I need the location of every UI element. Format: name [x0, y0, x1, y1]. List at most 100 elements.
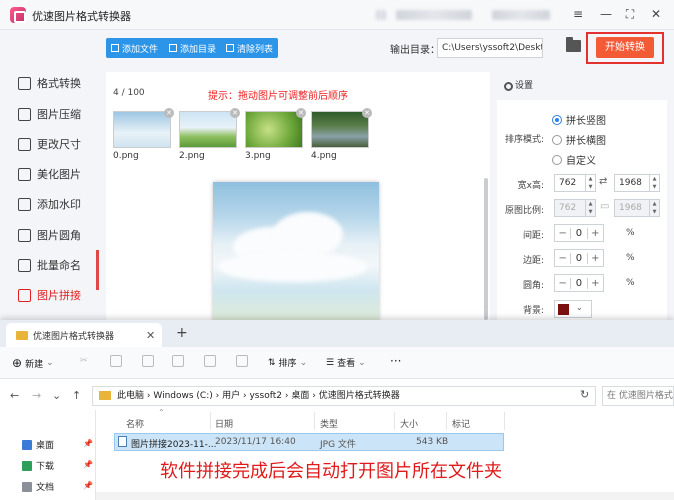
rename-icon[interactable]: [172, 355, 188, 367]
address-separator: ›: [243, 391, 247, 401]
column-type[interactable]: 类型: [320, 417, 338, 430]
sidebar-item-beautify[interactable]: 美化图片: [18, 164, 81, 184]
color-swatch: [558, 304, 569, 315]
address-part[interactable]: 桌面: [291, 391, 309, 401]
chevron-down-icon: ⌄: [299, 357, 308, 368]
nav-item-documents[interactable]: 文档: [22, 480, 54, 493]
spin-icon[interactable]: ▲ ▼: [585, 175, 595, 191]
forward-icon[interactable]: →: [32, 389, 41, 402]
sort-button[interactable]: ⇅ 排序 ⌄: [268, 356, 308, 370]
app-title: 优速图片格式转换器: [32, 10, 131, 23]
column-size[interactable]: 大小: [400, 417, 418, 430]
spacing-label: 间距:: [522, 231, 544, 241]
format-convert-icon: [18, 76, 31, 90]
address-part[interactable]: Windows (C:): [153, 391, 212, 401]
recent-icon[interactable]: ⌄: [52, 389, 61, 402]
new-button[interactable]: ⊕ 新建 ⌄: [12, 356, 54, 370]
thumbnail-3[interactable]: ✕: [245, 108, 306, 148]
radio-dot: [552, 154, 562, 165]
close-icon[interactable]: ✕: [648, 6, 664, 22]
minus-icon[interactable]: −: [555, 228, 570, 239]
spacing-stepper[interactable]: −0 +: [554, 224, 604, 242]
height-input[interactable]: 1968 ▲ ▼: [614, 174, 660, 192]
radio-dot: [552, 134, 562, 145]
up-icon[interactable]: ↑: [72, 389, 81, 402]
search-input[interactable]: 在 优速图片格式转换: [602, 386, 674, 406]
address-bar[interactable]: 此电脑 › Windows (C:) › 用户 › yssoft2 › 桌面 ›…: [92, 386, 596, 406]
output-path-input[interactable]: C:\Users\yssoft2\Deskt: [437, 38, 543, 58]
nav-item-downloads[interactable]: 下载: [22, 459, 54, 472]
more-button[interactable]: ···: [390, 354, 401, 368]
clear-list-button[interactable]: 清除列表: [226, 42, 273, 55]
address-part[interactable]: 优速图片格式转换器: [319, 391, 400, 401]
plus-icon[interactable]: +: [588, 228, 603, 239]
column-divider: [210, 412, 211, 430]
thumbnail-2[interactable]: ✕: [179, 108, 240, 148]
tab-close-icon[interactable]: ✕: [146, 329, 155, 342]
address-part[interactable]: 此电脑: [117, 391, 144, 401]
background-color-picker[interactable]: ⌄: [554, 300, 592, 318]
radius-unit: %: [626, 278, 635, 288]
ratio-width-input: 762 ▲ ▼: [554, 199, 596, 217]
radio-horizontal[interactable]: 拼长横图: [552, 132, 606, 147]
radio-custom[interactable]: 自定义: [552, 152, 596, 167]
plus-icon[interactable]: +: [588, 278, 603, 289]
cut-icon[interactable]: ✂: [80, 356, 88, 366]
horizontal-scrollbar[interactable]: [96, 492, 674, 500]
sidebar-item-watermark[interactable]: 添加水印: [18, 194, 81, 214]
watermark-icon: [18, 197, 31, 211]
share-icon[interactable]: [204, 355, 220, 367]
minimize-icon[interactable]: —: [598, 6, 614, 22]
preview-scrollbar[interactable]: [484, 178, 488, 320]
address-part[interactable]: yssoft2: [249, 391, 281, 401]
sidebar-item-rounded-corner[interactable]: 图片圆角: [18, 225, 81, 245]
open-folder-icon[interactable]: [566, 37, 581, 52]
address-separator: ›: [215, 391, 220, 401]
view-button[interactable]: ☰ 查看 ⌄: [326, 356, 366, 370]
spin-icon[interactable]: ▲ ▼: [649, 175, 659, 191]
width-input[interactable]: 762 ▲ ▼: [554, 174, 596, 192]
back-icon[interactable]: ←: [10, 389, 19, 402]
remove-icon[interactable]: ✕: [164, 108, 174, 118]
margin-stepper[interactable]: −0 +: [554, 249, 604, 267]
explorer-tab[interactable]: 优速图片格式转换器: [6, 323, 162, 347]
swap-icon[interactable]: ⇄: [599, 176, 607, 187]
column-name[interactable]: 名称: [126, 417, 144, 430]
radio-vertical[interactable]: 拼长竖图: [552, 112, 606, 127]
remove-icon[interactable]: ✕: [296, 108, 306, 118]
thumbnail-name: 3.png: [245, 151, 271, 161]
address-part[interactable]: 用户: [222, 391, 240, 401]
sidebar-item-format-convert[interactable]: 格式转换: [18, 73, 81, 93]
plus-icon[interactable]: +: [588, 253, 603, 264]
add-file-button[interactable]: 添加文件: [111, 42, 158, 55]
thumbnail-0[interactable]: ✕: [113, 108, 174, 148]
remove-icon[interactable]: ✕: [362, 108, 372, 118]
column-date[interactable]: 日期: [215, 417, 233, 430]
refresh-icon[interactable]: ↻: [580, 388, 589, 401]
start-convert-button[interactable]: 开始转换: [596, 37, 654, 58]
paste-icon[interactable]: [142, 355, 158, 367]
sidebar-item-resize[interactable]: 更改尺寸: [18, 134, 81, 154]
new-tab-icon[interactable]: +: [176, 325, 188, 341]
sidebar-item-rename[interactable]: 批量命名: [18, 255, 81, 275]
add-folder-button[interactable]: 添加目录: [169, 42, 216, 55]
copy-icon[interactable]: [110, 355, 126, 367]
menu-icon[interactable]: ≡: [570, 6, 586, 22]
radius-label: 圆角:: [522, 281, 544, 291]
file-name: 图片拼接2023-11-...: [131, 440, 217, 450]
remove-icon[interactable]: ✕: [230, 108, 240, 118]
delete-icon[interactable]: [236, 355, 252, 367]
sidebar-item-stitch[interactable]: 图片拼接: [18, 285, 81, 305]
folder-icon: [99, 391, 111, 400]
radius-stepper[interactable]: −0 +: [554, 274, 604, 292]
minus-icon[interactable]: −: [555, 253, 570, 264]
nav-item-desktop[interactable]: 桌面: [22, 438, 54, 451]
address-separator: ›: [312, 391, 316, 401]
maximize-icon[interactable]: ⛶: [622, 6, 638, 22]
minus-icon[interactable]: −: [555, 278, 570, 289]
gear-icon: [504, 82, 513, 91]
thumbnail-4[interactable]: ✕: [311, 108, 372, 148]
column-tags[interactable]: 标记: [452, 417, 470, 430]
file-toolbar: 添加文件 添加目录 清除列表: [106, 38, 278, 58]
sidebar-item-compress[interactable]: 图片压缩: [18, 104, 81, 124]
